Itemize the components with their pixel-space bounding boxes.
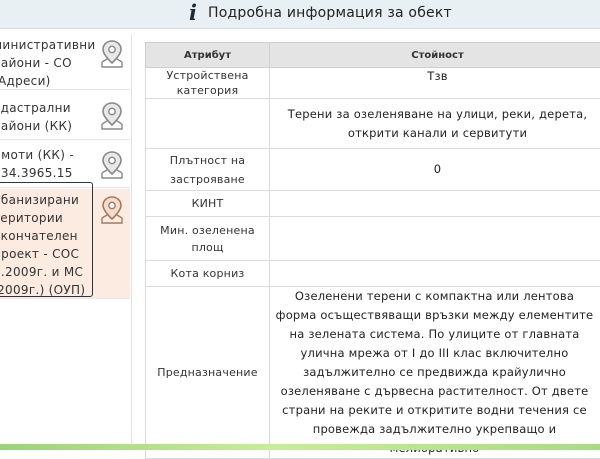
selection-outline [0, 182, 93, 297]
table-row: КИНТ [146, 191, 600, 217]
attribute-cell: Плътност на застрояване [146, 149, 270, 191]
info-icon: i [185, 4, 201, 22]
table-row: Предназначение Озеленени терени с компак… [146, 287, 600, 459]
value-cell [270, 261, 600, 287]
value-cell [270, 217, 600, 261]
table-row: Кота корниз [146, 261, 600, 287]
table-row: Терени за озеленяване на улици, реки, де… [146, 99, 600, 149]
layer-item-label: министративни райони - СО (Адреси) [0, 36, 93, 90]
map-pin-icon[interactable] [99, 150, 125, 180]
table-row: Мин. озеленена площ [146, 217, 600, 261]
header-title-group: i Подробна информация за обект [185, 4, 452, 22]
layer-item-properties[interactable]: имоти (КК) - 134.3965.15 [0, 141, 130, 188]
table-row: Плътност на застрояване 0 [146, 149, 600, 191]
table-row: Устройствена категория Тзв [146, 68, 600, 99]
attribute-cell: Кота корниз [146, 261, 270, 287]
map-pin-icon[interactable] [99, 39, 125, 69]
map-pin-icon[interactable] [99, 101, 125, 131]
panel-title: Подробна информация за обект [208, 5, 452, 21]
value-cell: Озеленени терени с компактна или лентова… [270, 287, 600, 459]
layer-item-label: имоти (КК) - 134.3965.15 [0, 146, 93, 182]
value-cell: 0 [270, 149, 600, 191]
attribute-cell [146, 99, 270, 149]
panel-header: i Подробна информация за обект [0, 0, 600, 29]
attribute-cell: Мин. озеленена площ [146, 217, 270, 261]
layer-item-label: адастрални райони (КК) [0, 99, 93, 135]
value-cell: Тзв [270, 68, 600, 99]
attribute-table-container: Атрибут Стойност Устройствена категория … [145, 42, 600, 459]
attribute-table: Атрибут Стойност Устройствена категория … [145, 42, 600, 459]
attribute-cell: Устройствена категория [146, 68, 270, 99]
value-cell: Терени за озеленяване на улици, реки, де… [270, 99, 600, 149]
layer-item-admin-districts[interactable]: министративни райони - СО (Адреси) [0, 34, 130, 90]
value-cell [270, 191, 600, 217]
bottom-status-strip [0, 444, 600, 450]
attribute-cell: КИНТ [146, 191, 270, 217]
column-header-value[interactable]: Стойност [270, 43, 600, 68]
attribute-cell: Предназначение [146, 287, 270, 459]
column-header-attribute[interactable]: Атрибут [146, 43, 270, 68]
table-header-row: Атрибут Стойност [146, 43, 600, 68]
layer-item-cadastral-districts[interactable]: адастрални райони (КК) [0, 91, 130, 140]
map-pin-icon[interactable] [99, 195, 125, 225]
